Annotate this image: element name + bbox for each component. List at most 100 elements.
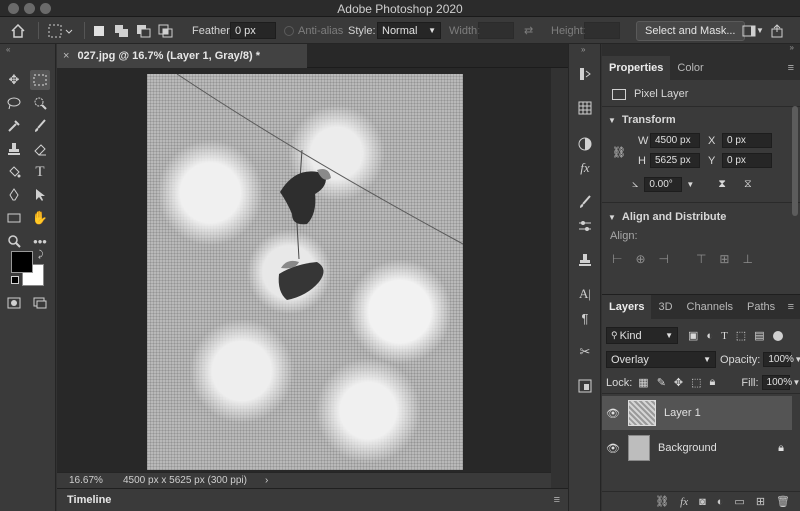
- filter-smart-object-icon[interactable]: ▤: [754, 329, 764, 342]
- lock-artboard-icon[interactable]: ⬚: [691, 376, 701, 389]
- blend-mode-select[interactable]: Overlay ▼: [606, 351, 716, 368]
- add-to-selection-icon[interactable]: [114, 17, 130, 44]
- clone-stamp-tool-icon[interactable]: [4, 139, 24, 159]
- flip-horizontal-icon[interactable]: ⧗: [718, 178, 726, 191]
- properties-scrollbar[interactable]: [792, 106, 798, 216]
- collapse-panels-icon[interactable]: »: [790, 43, 794, 52]
- angle-field[interactable]: 0.00°: [644, 177, 683, 192]
- panel-menu-icon[interactable]: ≡: [788, 56, 800, 80]
- more-tools-icon[interactable]: •••: [30, 231, 50, 251]
- canvas-area[interactable]: [57, 68, 551, 472]
- opacity-field[interactable]: 100%: [763, 352, 794, 367]
- history-icon[interactable]: [575, 64, 595, 84]
- quick-selection-tool-icon[interactable]: [30, 93, 50, 113]
- layer-row[interactable]: 👁︎ Background 🔒︎: [602, 431, 792, 465]
- tool-presets-icon[interactable]: ✂: [575, 342, 595, 362]
- styles-fx-icon[interactable]: fx: [575, 158, 595, 178]
- type-tool-icon[interactable]: T: [30, 162, 50, 182]
- anti-alias-checkbox[interactable]: Anti-alias: [284, 17, 343, 44]
- quick-mask-icon[interactable]: [4, 293, 24, 313]
- align-bottom-icon[interactable]: ⊥: [742, 252, 752, 266]
- feather-input[interactable]: 0 px: [230, 22, 276, 39]
- zoom-level[interactable]: 16.67%: [69, 475, 119, 486]
- tab-paths[interactable]: Paths: [740, 295, 782, 319]
- swap-colors-icon[interactable]: ⤸: [38, 249, 43, 260]
- close-tab-icon[interactable]: ×: [63, 50, 69, 62]
- pen-tool-icon[interactable]: [4, 185, 24, 205]
- visibility-eye-icon[interactable]: 👁︎: [602, 407, 624, 420]
- collapse-toolbar-icon[interactable]: «: [6, 45, 10, 54]
- new-group-icon[interactable]: ▭: [734, 495, 744, 508]
- fill-field[interactable]: 100%: [761, 375, 792, 390]
- path-selection-tool-icon[interactable]: [30, 185, 50, 205]
- character-icon[interactable]: A|: [575, 284, 595, 304]
- link-dimensions-icon[interactable]: ⛓: [612, 146, 626, 159]
- swatches-icon[interactable]: [575, 98, 595, 118]
- layer-name[interactable]: Layer 1: [664, 407, 701, 419]
- filter-pixel-icon[interactable]: ▣: [688, 329, 698, 342]
- lock-position-icon[interactable]: ✥: [674, 376, 683, 389]
- hand-tool-icon[interactable]: ✋: [30, 208, 50, 228]
- clone-source-icon[interactable]: [575, 250, 595, 270]
- opacity-dropdown-icon[interactable]: ▼: [794, 355, 800, 364]
- lasso-tool-icon[interactable]: [4, 93, 24, 113]
- filter-toggle-icon[interactable]: [772, 330, 783, 341]
- layer-row[interactable]: 👁︎ Layer 1: [602, 396, 792, 430]
- align-top-icon[interactable]: ⊤: [696, 252, 706, 266]
- layers-scroll-up[interactable]: [792, 319, 800, 333]
- fill-dropdown-icon[interactable]: ▼: [793, 378, 800, 387]
- libraries-icon[interactable]: [575, 376, 595, 396]
- brushes-icon[interactable]: [575, 216, 595, 236]
- select-and-mask-button[interactable]: Select and Mask...: [636, 20, 745, 41]
- align-right-icon[interactable]: ⊣: [659, 252, 669, 266]
- brush-settings-icon[interactable]: [575, 192, 595, 212]
- transform-section[interactable]: ▼ Transform: [608, 114, 676, 126]
- screen-mode-icon[interactable]: [30, 293, 50, 313]
- document-tab[interactable]: × 027.jpg @ 16.7% (Layer 1, Gray/8) *: [57, 44, 307, 68]
- default-colors-icon[interactable]: [11, 276, 19, 284]
- panel-menu-icon[interactable]: ≡: [554, 494, 560, 506]
- workspace-icon[interactable]: [742, 17, 756, 44]
- lock-image-pixels-icon[interactable]: ✎: [657, 376, 666, 389]
- lock-all-icon[interactable]: 🔒︎: [710, 376, 716, 389]
- lock-transparent-pixels-icon[interactable]: ▦: [638, 376, 648, 389]
- filter-adjustment-icon[interactable]: ◐: [706, 330, 713, 342]
- paragraph-icon[interactable]: ¶: [575, 308, 595, 328]
- panel-menu-icon[interactable]: ≡: [788, 295, 800, 319]
- timeline-tab[interactable]: Timeline: [67, 494, 111, 506]
- subtract-from-selection-icon[interactable]: [136, 17, 152, 44]
- foreground-color-swatch[interactable]: [11, 251, 33, 273]
- layer-style-fx-icon[interactable]: fx: [680, 496, 688, 508]
- align-section[interactable]: ▼ Align and Distribute: [608, 211, 726, 223]
- layer-lock-icon[interactable]: 🔒︎: [778, 442, 784, 455]
- new-adjustment-layer-icon[interactable]: ◐: [717, 496, 724, 508]
- share-icon[interactable]: [770, 17, 784, 44]
- paint-bucket-tool-icon[interactable]: [4, 162, 24, 182]
- collapse-strip-icon[interactable]: »: [581, 45, 585, 54]
- filter-shape-icon[interactable]: ⬚: [736, 329, 746, 342]
- angle-dropdown-icon[interactable]: ▼: [686, 180, 694, 189]
- link-layers-icon[interactable]: ⛓: [655, 495, 669, 508]
- new-selection-icon[interactable]: [92, 17, 106, 44]
- height-field[interactable]: 5625 px: [650, 153, 700, 168]
- move-tool-icon[interactable]: ✥: [4, 70, 24, 90]
- align-horizontal-center-icon[interactable]: ⊕: [635, 252, 645, 266]
- intersect-selection-icon[interactable]: [158, 17, 174, 44]
- delete-layer-icon[interactable]: 🗑︎: [776, 495, 790, 508]
- new-layer-icon[interactable]: ⊞: [756, 495, 765, 508]
- visibility-eye-icon[interactable]: 👁︎: [602, 442, 624, 455]
- zoom-tool-icon[interactable]: [4, 231, 24, 251]
- home-icon[interactable]: [10, 17, 26, 44]
- tab-3d[interactable]: 3D: [651, 295, 679, 319]
- layer-name[interactable]: Background: [658, 442, 717, 454]
- add-mask-icon[interactable]: ◙: [699, 496, 706, 508]
- layer-filter-select[interactable]: ⚲ Kind ▼: [606, 327, 678, 344]
- align-vertical-center-icon[interactable]: ⊞: [719, 252, 729, 266]
- rectangular-marquee-tool-icon[interactable]: [30, 70, 50, 90]
- rectangle-tool-icon[interactable]: [4, 208, 24, 228]
- workspace-dropdown-icon[interactable]: ▼: [756, 17, 764, 44]
- tab-properties[interactable]: Properties: [602, 56, 671, 80]
- flip-vertical-icon[interactable]: ⧖: [744, 178, 752, 191]
- marquee-tool-preset-icon[interactable]: [48, 17, 74, 44]
- width-field[interactable]: 4500 px: [650, 133, 700, 148]
